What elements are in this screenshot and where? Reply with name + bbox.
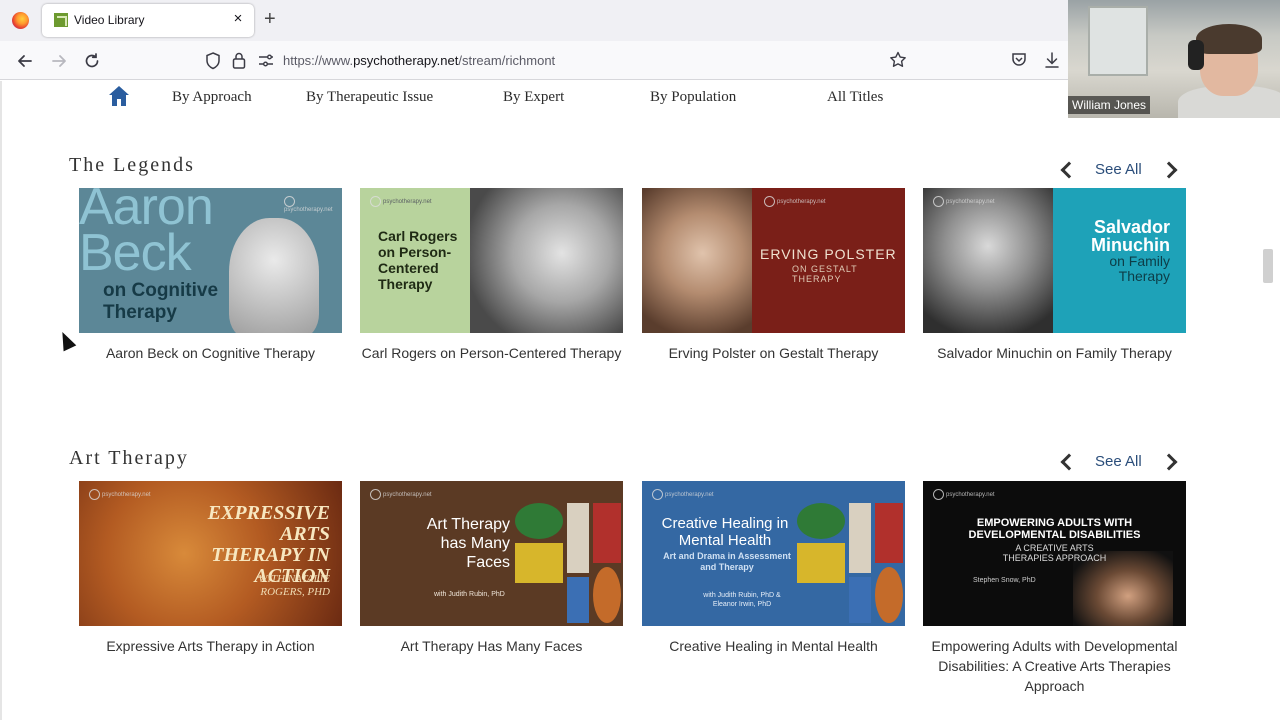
video-thumbnail[interactable]: EMPOWERING ADULTS WITH DEVELOPMENTAL DIS… — [923, 481, 1186, 626]
nav-by-population[interactable]: By Population — [650, 89, 736, 106]
video-card[interactable]: EMPOWERING ADULTS WITH DEVELOPMENTAL DIS… — [923, 481, 1186, 696]
video-caption[interactable]: Empowering Adults with Developmental Dis… — [923, 636, 1186, 696]
thumbnail-title: Art Therapy has Many Faces — [426, 516, 510, 571]
video-thumbnail[interactable]: Carl Rogers on Person-Centered Therapy p… — [360, 188, 623, 333]
pocket-icon[interactable] — [1011, 52, 1027, 68]
thumbnail-title: Creative Healing in Mental Health — [661, 515, 789, 549]
shield-icon[interactable] — [205, 52, 221, 70]
tab-close-button[interactable]: × — [230, 10, 246, 27]
home-icon[interactable] — [108, 85, 130, 107]
video-caption[interactable]: Creative Healing in Mental Health — [642, 636, 905, 656]
url-domain: psychotherapy.net — [353, 53, 459, 68]
video-thumbnail[interactable]: Creative Healing in Mental Health Art an… — [642, 481, 905, 626]
webcam-background-window — [1088, 6, 1148, 76]
thumbnail-title: Salvador Minuchin — [1091, 217, 1170, 255]
video-thumbnail[interactable]: Salvador Minuchin on Family Therapy psyc… — [923, 188, 1186, 333]
thumbnail-title: ERVING POLSTER — [760, 246, 897, 262]
video-card[interactable]: Creative Healing in Mental Health Art an… — [642, 481, 905, 656]
url-path: /stream/richmont — [458, 53, 556, 68]
site-navigation: By Approach By Therapeutic Issue By Expe… — [0, 81, 1060, 117]
video-card[interactable]: EXPRESSIVE ARTS THERAPY IN ACTION WITH N… — [79, 481, 342, 656]
nav-by-therapeutic-issue[interactable]: By Therapeutic Issue — [306, 89, 433, 106]
page-content: By Approach By Therapeutic Issue By Expe… — [0, 81, 1280, 720]
art-collage — [797, 503, 903, 623]
thumbnail-title: Aaron Beck — [79, 188, 214, 282]
reload-icon[interactable] — [83, 52, 101, 70]
section-title-art-therapy: Art Therapy — [69, 447, 189, 469]
url-prefix: https://www. — [283, 53, 354, 68]
thumbnail-subtitle: ON GESTALT THERAPY — [792, 264, 858, 284]
permissions-icon[interactable] — [258, 54, 274, 68]
video-card[interactable]: Aaron Beck on Cognitive Therapy psychoth… — [79, 188, 342, 363]
art-therapy-prev-arrow-icon[interactable] — [1058, 453, 1074, 471]
thumbnail-portrait — [923, 188, 1053, 333]
video-card[interactable]: Salvador Minuchin on Family Therapy psyc… — [923, 188, 1186, 363]
thumbnail-subtitle: on Cognitive Therapy — [103, 280, 219, 323]
video-card[interactable]: Carl Rogers on Person-Centered Therapy p… — [360, 188, 623, 363]
legends-prev-arrow-icon[interactable] — [1058, 161, 1074, 179]
webcam-person-hair — [1196, 24, 1262, 54]
video-thumbnail[interactable]: ERVING POLSTER ON GESTALT THERAPY psycho… — [642, 188, 905, 333]
mouse-cursor-icon — [56, 329, 77, 352]
download-icon[interactable] — [1044, 51, 1060, 69]
thumbnail-credits: Stephen Snow, PhD — [973, 577, 1036, 584]
nav-by-approach[interactable]: By Approach — [172, 89, 252, 106]
section-title-legends: The Legends — [69, 154, 195, 176]
video-caption[interactable]: Erving Polster on Gestalt Therapy — [642, 343, 905, 363]
firefox-icon[interactable] — [12, 12, 29, 29]
nav-by-expert[interactable]: By Expert — [503, 89, 564, 106]
video-caption[interactable]: Expressive Arts Therapy in Action — [79, 636, 342, 656]
tab-title: Video Library — [74, 13, 145, 27]
video-card[interactable]: ERVING POLSTER ON GESTALT THERAPY psycho… — [642, 188, 905, 363]
thumbnail-logo: psychotherapy.net — [933, 196, 995, 207]
thumbnail-logo: psychotherapy.net — [933, 489, 995, 500]
thumbnail-title: EMPOWERING ADULTS WITH DEVELOPMENTAL DIS… — [968, 517, 1141, 541]
forward-icon[interactable] — [50, 52, 68, 70]
thumbnail-subtitle: with Judith Rubin, PhD — [434, 591, 505, 598]
video-card[interactable]: Art Therapy has Many Faces with Judith R… — [360, 481, 623, 656]
thumbnail-title: Carl Rogers on Person-Centered Therapy — [378, 228, 458, 292]
address-bar[interactable]: https://www.psychotherapy.net/stream/ric… — [283, 53, 555, 68]
thumbnail-subtitle: WITH NATALIE ROGERS, PHD — [258, 573, 330, 598]
new-tab-button[interactable]: + — [264, 9, 276, 29]
thumbnail-portrait — [470, 188, 623, 333]
legends-see-all-link[interactable]: See All — [1095, 161, 1142, 178]
page-left-border — [0, 81, 2, 720]
thumbnail-subtitle: A CREATIVE ARTS THERAPIES APPROACH — [1002, 543, 1107, 563]
star-icon[interactable] — [889, 51, 907, 69]
video-thumbnail[interactable]: Aaron Beck on Cognitive Therapy psychoth… — [79, 188, 342, 333]
thumbnail-credits: with Judith Rubin, PhD & Eleanor Irwin, … — [703, 592, 781, 608]
thumbnail-logo: psychotherapy.net — [652, 489, 714, 500]
video-caption[interactable]: Carl Rogers on Person-Centered Therapy — [360, 343, 623, 363]
video-caption[interactable]: Art Therapy Has Many Faces — [360, 636, 623, 656]
thumbnail-logo: psychotherapy.net — [370, 196, 432, 207]
art-therapy-next-arrow-icon[interactable] — [1162, 453, 1178, 471]
video-caption[interactable]: Aaron Beck on Cognitive Therapy — [79, 343, 342, 363]
back-icon[interactable] — [16, 52, 34, 70]
browser-tab[interactable]: Video Library × — [42, 4, 254, 37]
thumbnail-logo: psychotherapy.net — [370, 489, 432, 500]
thumbnail-logo: psychotherapy.net — [89, 489, 151, 500]
video-caption[interactable]: Salvador Minuchin on Family Therapy — [923, 343, 1186, 363]
legends-next-arrow-icon[interactable] — [1162, 161, 1178, 179]
video-thumbnail[interactable]: EXPRESSIVE ARTS THERAPY IN ACTION WITH N… — [79, 481, 342, 626]
thumbnail-portrait — [642, 188, 752, 333]
headset-icon — [1188, 40, 1204, 70]
thumbnail-logo: psychotherapy.net — [764, 196, 826, 207]
lock-icon[interactable] — [232, 52, 246, 69]
thumbnail-subtitle: Art and Drama in Assessment and Therapy — [663, 551, 791, 572]
video-thumbnail[interactable]: Art Therapy has Many Faces with Judith R… — [360, 481, 623, 626]
art-therapy-see-all-link[interactable]: See All — [1095, 453, 1142, 470]
art-collage — [515, 503, 621, 623]
nav-all-titles[interactable]: All Titles — [827, 89, 883, 106]
thumbnail-logo: psychotherapy.net — [284, 196, 342, 213]
scrollbar-thumb[interactable] — [1263, 249, 1273, 283]
thumbnail-subtitle: on Family Therapy — [1109, 253, 1170, 284]
tab-favicon-icon — [54, 13, 68, 27]
